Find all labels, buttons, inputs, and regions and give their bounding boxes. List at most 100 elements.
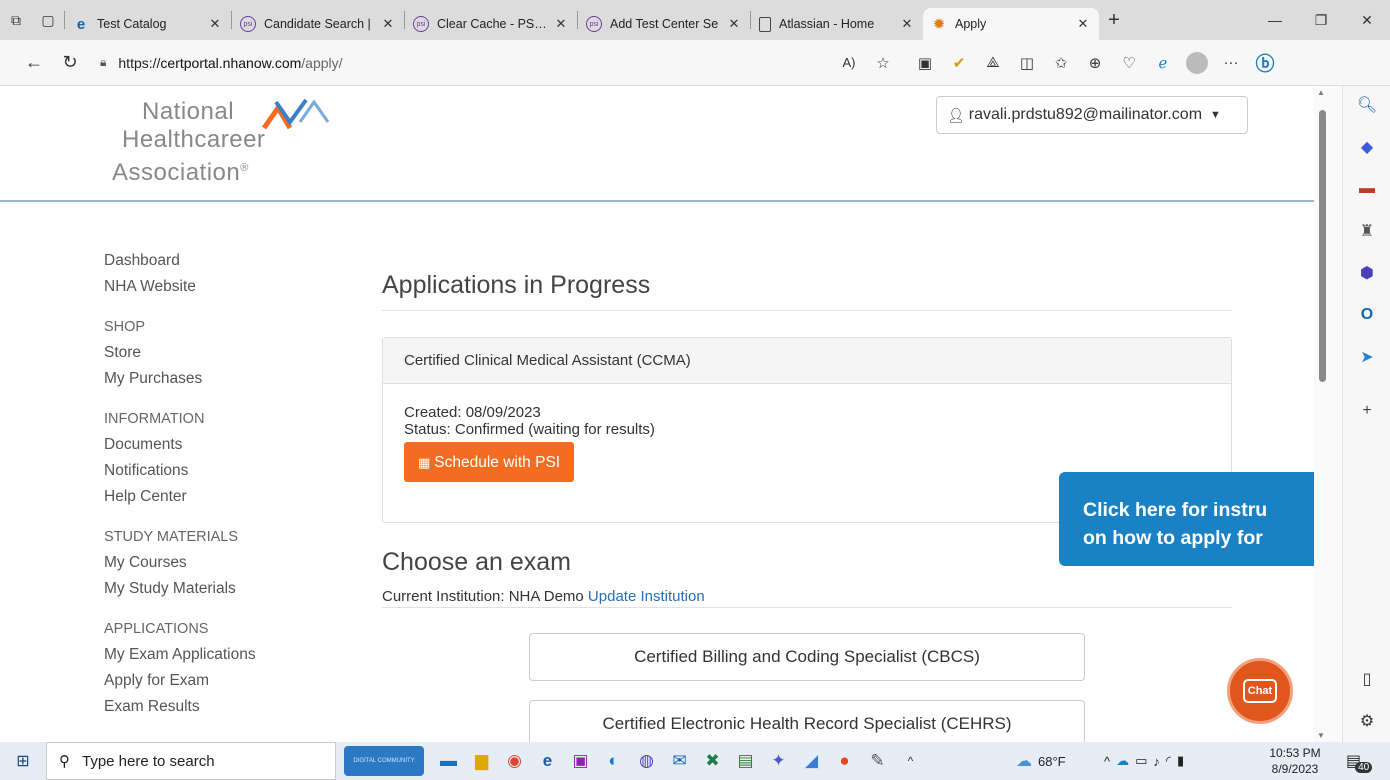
more-menu-icon[interactable]: ··· [1214, 46, 1248, 80]
nav-help-center[interactable]: Help Center [104, 484, 344, 510]
tab-clear-cache[interactable]: psi Clear Cache - PSI E ✕ [405, 8, 577, 40]
nav-exam-results[interactable]: Exam Results [104, 694, 344, 720]
page-scrollbar[interactable]: ▲ ▼ [1314, 86, 1342, 742]
exam-option-cbcs[interactable]: Certified Billing and Coding Specialist … [529, 633, 1085, 681]
ie-icon[interactable]: e [531, 742, 564, 780]
clock-time: 10:53 PM [1269, 746, 1321, 760]
microsoft365-icon[interactable]: ⬢ [1343, 258, 1390, 288]
games-icon[interactable]: ♜ [1343, 216, 1390, 246]
nav-my-purchases[interactable]: My Purchases [104, 366, 344, 392]
restore-button[interactable]: ❐ [1298, 0, 1344, 40]
section-divider [382, 607, 1232, 608]
digital-community-promo[interactable]: DIGITAL COMMUNITY [344, 746, 424, 776]
outlook-icon[interactable]: ✉ [663, 742, 696, 780]
new-tab-button[interactable]: + [1099, 0, 1129, 40]
task-view-icon[interactable]: ▬ [432, 742, 465, 780]
excel-icon[interactable]: ✖ [696, 742, 729, 780]
windows-start-icon[interactable]: ⊞ [0, 742, 46, 780]
nav-my-exam-applications[interactable]: My Exam Applications [104, 642, 344, 668]
instructions-banner[interactable]: Click here for instru on how to apply fo… [1059, 472, 1314, 566]
chat-label: Chat [1247, 685, 1273, 697]
taskbar-search-input[interactable]: ⚲ Type here to search [46, 742, 336, 780]
nav-nha-website[interactable]: NHA Website [104, 274, 344, 300]
weather-widget[interactable]: ☁ 68°F [1016, 742, 1066, 780]
outlook-icon[interactable]: O [1343, 300, 1390, 330]
user-account-dropdown[interactable]: 👤︎ ravali.prdstu892@mailinator.com ▼ [936, 96, 1248, 134]
tab-test-catalog[interactable]: e Test Catalog ✕ [65, 8, 231, 40]
browser-essentials-icon[interactable]: ♡ [1112, 46, 1146, 80]
url-field[interactable]: 🔒︎ https://certportal.nhanow.com/apply/ [92, 47, 832, 79]
nav-store[interactable]: Store [104, 340, 344, 366]
bing-icon[interactable]: ⓑ [1248, 46, 1282, 80]
close-icon[interactable]: ✕ [380, 16, 396, 32]
shopping-tag-icon[interactable]: ◆ [1343, 132, 1390, 162]
teams-icon[interactable]: ✦ [762, 742, 795, 780]
intellij-icon[interactable]: ▣ [564, 742, 597, 780]
nha-logo[interactable]: National Healthcareer Association® [112, 98, 352, 208]
checkmark-extension-icon[interactable]: ✔ [942, 46, 976, 80]
microphone-icon: ▮ [1176, 753, 1191, 768]
notepad-icon[interactable]: ▤ [729, 742, 762, 780]
chat-button[interactable]: Chat [1227, 658, 1293, 724]
system-tray[interactable]: ^ ☁ ▭ ♪ ◜ ▮ [1104, 742, 1190, 780]
ie-mode-icon[interactable]: ℯ [1146, 46, 1180, 80]
profile-avatar[interactable] [1180, 46, 1214, 80]
extensions-icon[interactable]: ⟁ [976, 46, 1010, 80]
favorite-star-icon[interactable]: ☆ [866, 46, 900, 80]
add-sidebar-app-icon[interactable]: + [1343, 396, 1390, 426]
nav-apply-for-exam[interactable]: Apply for Exam [104, 668, 344, 694]
tools-briefcase-icon[interactable]: ▬ [1343, 174, 1390, 204]
application-status: Status: Confirmed (waiting for results) [404, 421, 655, 438]
nav-my-courses[interactable]: My Courses [104, 550, 344, 576]
tab-candidate-search[interactable]: psi Candidate Search | ✕ [232, 8, 404, 40]
file-explorer-icon[interactable]: ▆ [465, 742, 498, 780]
nav-dashboard[interactable]: Dashboard [104, 248, 344, 274]
scrollbar-thumb[interactable] [1319, 110, 1326, 382]
chrome-icon[interactable]: ◉ [498, 742, 531, 780]
update-institution-link[interactable]: Update Institution [588, 588, 705, 605]
choose-exam-title: Choose an exam [382, 548, 572, 576]
send-icon[interactable]: ➤ [1343, 342, 1390, 372]
search-icon: ⚲ [59, 753, 70, 770]
scroll-down-icon[interactable]: ▼ [1317, 731, 1325, 740]
nav-my-study-materials[interactable]: My Study Materials [104, 576, 344, 602]
extension-icon[interactable]: ▣ [908, 46, 942, 80]
close-icon[interactable]: ✕ [899, 16, 915, 32]
favorites-icon[interactable]: ✩ [1044, 46, 1078, 80]
header-divider [0, 200, 1314, 202]
back-button[interactable]: ← [16, 45, 52, 81]
hide-sidebar-icon[interactable]: ▯ [1343, 664, 1390, 694]
collections-icon[interactable]: ⊕ [1078, 46, 1112, 80]
show-hidden-icons-icon[interactable]: ^ [894, 742, 927, 780]
close-icon[interactable]: ✕ [1075, 16, 1091, 32]
paint-icon[interactable]: ✎ [861, 742, 894, 780]
taskbar-clock[interactable]: 10:53 PM 8/9/2023 [1262, 745, 1328, 777]
search-icon[interactable]: 🔍︎ [1343, 90, 1390, 120]
tab-actions-icon[interactable]: ▢ [32, 0, 64, 40]
refresh-button[interactable]: ↻ [52, 45, 88, 81]
webex-icon[interactable]: ◍ [630, 742, 663, 780]
close-icon[interactable]: ✕ [207, 16, 223, 32]
tab-apply[interactable]: ✹ Apply ✕ [923, 8, 1099, 40]
scroll-up-icon[interactable]: ▲ [1317, 88, 1325, 97]
exam-option-cehrs[interactable]: Certified Electronic Health Record Speci… [529, 700, 1085, 742]
split-screen-icon[interactable]: ◫ [1010, 46, 1044, 80]
schedule-with-psi-button[interactable]: ▦ Schedule with PSI [404, 442, 575, 482]
close-icon[interactable]: ✕ [553, 16, 569, 32]
minimize-button[interactable]: — [1252, 0, 1298, 40]
tab-add-test-center[interactable]: psi Add Test Center Se ✕ [578, 8, 750, 40]
tab-label: Clear Cache - PSI E [437, 17, 547, 31]
app-icon[interactable]: ◢ [795, 742, 828, 780]
postman-icon[interactable]: ● [828, 742, 861, 780]
notifications-button[interactable]: ▤ 40 [1346, 742, 1373, 780]
read-aloud-icon[interactable]: A) [832, 46, 866, 80]
nav-notifications[interactable]: Notifications [104, 458, 344, 484]
close-icon[interactable]: ✕ [726, 16, 742, 32]
close-window-button[interactable]: ✕ [1344, 0, 1390, 40]
sidebar-settings-icon[interactable]: ⚙ [1343, 706, 1390, 736]
tab-label: Add Test Center Se [610, 17, 719, 31]
edge-icon[interactable]: ◐ [597, 742, 630, 780]
nav-documents[interactable]: Documents [104, 432, 344, 458]
tab-atlassian[interactable]: Atlassian - Home ✕ [751, 8, 923, 40]
workspaces-icon[interactable]: ⧉ [0, 0, 32, 40]
